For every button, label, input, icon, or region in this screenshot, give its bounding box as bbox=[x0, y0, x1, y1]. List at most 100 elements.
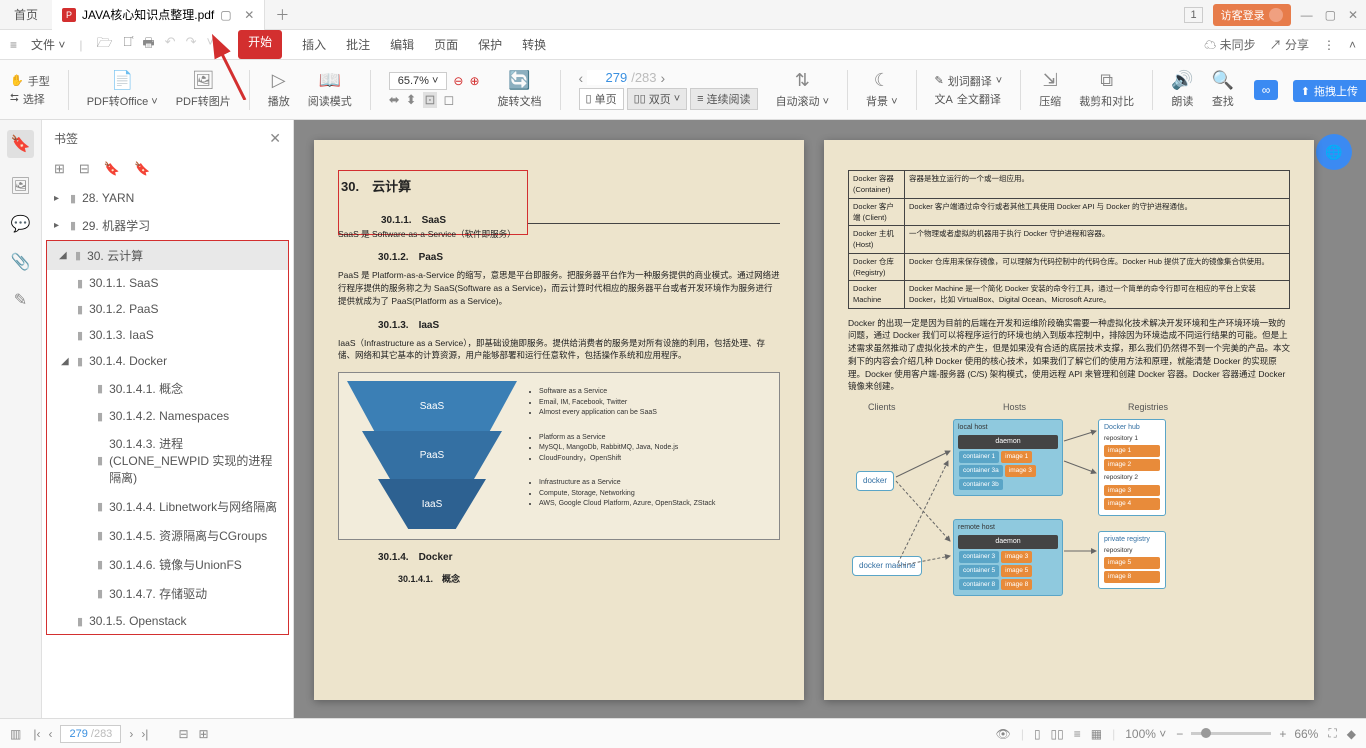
first-page-icon[interactable]: |‹ bbox=[33, 727, 40, 741]
fullscreen-icon[interactable]: ⛶ bbox=[1328, 726, 1336, 741]
read-mode[interactable]: 📖阅读模式 bbox=[308, 70, 352, 109]
settings-icon[interactable]: ◆ bbox=[1347, 727, 1356, 741]
zoom-level[interactable]: 65.7% ˅ bbox=[389, 72, 448, 90]
compress[interactable]: ⇲压缩 bbox=[1039, 70, 1061, 109]
tree-item[interactable]: ▮30.1.4.7. 存储驱动 bbox=[47, 579, 288, 608]
tab-page[interactable]: 页面 bbox=[434, 30, 458, 59]
bookmark-panel-icon[interactable]: 🔖 bbox=[7, 130, 35, 158]
print-icon[interactable]: 🖶 bbox=[142, 34, 154, 56]
thumbnails-icon[interactable]: ▥ bbox=[10, 727, 21, 741]
zoom-in-icon[interactable]: ⊕ bbox=[469, 74, 479, 88]
redo-dropdown-icon[interactable]: ˅ bbox=[206, 34, 214, 56]
maximize-button[interactable]: ▢ bbox=[1325, 8, 1336, 22]
minimize-button[interactable]: — bbox=[1301, 8, 1313, 22]
tree-item[interactable]: ▸▮29. 机器学习 bbox=[42, 211, 293, 240]
zoom-out-btn[interactable]: − bbox=[1176, 727, 1183, 741]
add-bookmark-icon[interactable]: 🔖 bbox=[104, 161, 120, 177]
hand-tool[interactable]: ✋ 手型 bbox=[10, 73, 50, 89]
tree-item[interactable]: ▮30.1.4.3. 进程(CLONE_NEWPID 实现的进程隔离) bbox=[47, 429, 288, 492]
tree-item[interactable]: ▮30.1.4.6. 镜像与UnionFS bbox=[47, 550, 288, 579]
tree-item[interactable]: ▮30.1.4.4. Libnetwork与网络隔离 bbox=[47, 492, 288, 521]
thumbnail-panel-icon[interactable]: 🖼 bbox=[10, 176, 30, 196]
new-tab-button[interactable]: ＋ bbox=[265, 5, 299, 25]
actual-size-icon[interactable]: ⊡ bbox=[423, 92, 438, 108]
upload-badge[interactable]: ⬆ 拖拽上传 bbox=[1293, 80, 1366, 102]
presentation-icon[interactable]: ▢ bbox=[220, 8, 234, 22]
expand-icon[interactable]: ⊞ bbox=[199, 727, 209, 741]
tree-item[interactable]: ▸▮28. YARN bbox=[42, 185, 293, 211]
page-number-input[interactable] bbox=[587, 70, 627, 85]
select-tool[interactable]: ⮀ 选择 bbox=[10, 91, 45, 107]
open-icon[interactable]: 🗁 bbox=[97, 34, 113, 56]
translate-full[interactable]: 文A 全文翻译 bbox=[935, 91, 1001, 107]
file-menu[interactable]: 文件 ˅ bbox=[31, 36, 65, 53]
tree-item[interactable]: ▮30.1.2. PaaS bbox=[47, 296, 288, 322]
close-sidebar-icon[interactable]: ✕ bbox=[269, 130, 281, 147]
collapse-ribbon-icon[interactable]: ˄ bbox=[1349, 38, 1356, 52]
auto-scroll[interactable]: ⇅自动滚动 ˅ bbox=[776, 70, 829, 109]
pdf-to-image[interactable]: 🖼PDF转图片 bbox=[176, 70, 231, 109]
single-page-btn[interactable]: ▯ 单页 bbox=[579, 88, 624, 110]
grid-view-icon[interactable]: ▦ bbox=[1091, 727, 1102, 741]
menu-icon[interactable]: ≡ bbox=[10, 38, 17, 52]
home-tab[interactable]: 首页 bbox=[0, 0, 52, 30]
last-page-icon[interactable]: ›| bbox=[141, 727, 148, 741]
background[interactable]: ☾背景 ˅ bbox=[866, 70, 897, 109]
collapse-all-icon[interactable]: ⊟ bbox=[79, 161, 90, 177]
read-aloud[interactable]: 🔊朗读 bbox=[1171, 70, 1193, 109]
prev-page-icon[interactable]: ‹ bbox=[579, 70, 584, 86]
undo-icon[interactable]: ↶ bbox=[165, 34, 176, 56]
tab-annotate[interactable]: 批注 bbox=[346, 30, 370, 59]
tab-insert[interactable]: 插入 bbox=[302, 30, 326, 59]
more-icon[interactable]: ⋮ bbox=[1323, 38, 1335, 52]
redo-icon[interactable]: ↷ bbox=[186, 34, 197, 56]
next-page-icon[interactable]: › bbox=[661, 70, 666, 86]
page-viewport[interactable]: 🌐 30. 云计算 30.1.1. SaaS SaaS 是 Software-a… bbox=[294, 120, 1366, 718]
close-window-button[interactable]: ✕ bbox=[1348, 8, 1358, 22]
close-tab-icon[interactable]: ✕ bbox=[244, 8, 254, 22]
next-page-icon[interactable]: › bbox=[129, 727, 133, 741]
eye-mode-icon[interactable]: 👁 bbox=[996, 727, 1011, 741]
tree-item[interactable]: ▮30.1.4.2. Namespaces bbox=[47, 403, 288, 429]
double-page-btn[interactable]: ▯▯ 双页 ˅ bbox=[627, 88, 688, 110]
find[interactable]: 🔍查找 bbox=[1212, 70, 1234, 109]
rotate-doc[interactable]: 🔄旋转文档 bbox=[498, 70, 542, 109]
tree-item[interactable]: ▮30.1.5. Openstack bbox=[47, 608, 288, 634]
continuous-view-icon[interactable]: ≡ bbox=[1074, 727, 1081, 741]
pdf-to-office[interactable]: 📄PDF转Office ˅ bbox=[87, 70, 158, 109]
tree-item[interactable]: ▮30.1.4.5. 资源隔离与CGroups bbox=[47, 521, 288, 550]
share-button[interactable]: ↗ 分享 bbox=[1270, 36, 1309, 53]
tree-item[interactable]: ▮30.1.1. SaaS bbox=[47, 270, 288, 296]
attachment-panel-icon[interactable]: 📎 bbox=[11, 252, 31, 272]
comment-panel-icon[interactable]: 💬 bbox=[11, 214, 31, 234]
single-view-icon[interactable]: ▯ bbox=[1034, 727, 1041, 741]
zoom-slider[interactable] bbox=[1191, 732, 1271, 735]
zoom-out-icon[interactable]: ⊖ bbox=[453, 74, 463, 88]
fit-visible-icon[interactable]: ◻ bbox=[443, 92, 454, 108]
tab-protect[interactable]: 保护 bbox=[478, 30, 502, 59]
login-button[interactable]: 访客登录 bbox=[1213, 4, 1291, 26]
collapse-icon[interactable]: ⊟ bbox=[178, 727, 188, 741]
sync-status[interactable]: ☁ 未同步 bbox=[1204, 36, 1255, 53]
tree-item[interactable]: ▮30.1.3. IaaS bbox=[47, 322, 288, 348]
translate-selection[interactable]: ✎ 划词翻译 ˅ bbox=[935, 73, 1003, 89]
fit-width-icon[interactable]: ⬌ bbox=[389, 92, 400, 108]
tree-item-active[interactable]: ◢▮30. 云计算 bbox=[47, 241, 288, 270]
tree-item[interactable]: ◢▮30.1.4. Docker bbox=[47, 348, 288, 374]
tab-edit[interactable]: 编辑 bbox=[390, 30, 414, 59]
bookmark-settings-icon[interactable]: 🔖 bbox=[134, 161, 150, 177]
crop-compare[interactable]: ⧉裁剪和对比 bbox=[1079, 70, 1134, 109]
play-button[interactable]: ▷播放 bbox=[268, 70, 290, 109]
signature-panel-icon[interactable]: ✎ bbox=[14, 290, 27, 310]
file-tab[interactable]: P JAVA核心知识点整理.pdf ▢ ✕ bbox=[52, 0, 265, 30]
fit-page-icon[interactable]: ⬍ bbox=[406, 92, 417, 108]
zoom-in-btn[interactable]: + bbox=[1279, 727, 1286, 741]
cloud-icon[interactable]: ∞ bbox=[1254, 80, 1278, 100]
expand-all-icon[interactable]: ⊞ bbox=[54, 161, 65, 177]
prev-page-icon[interactable]: ‹ bbox=[48, 727, 52, 741]
tree-item[interactable]: ▮30.1.4.1. 概念 bbox=[47, 374, 288, 403]
tab-start[interactable]: 开始 bbox=[238, 30, 282, 59]
scale-ratio[interactable]: 100% ˅ bbox=[1125, 727, 1166, 741]
page-number-box[interactable]: 279 /283 bbox=[60, 725, 121, 743]
double-view-icon[interactable]: ▯▯ bbox=[1051, 727, 1064, 741]
